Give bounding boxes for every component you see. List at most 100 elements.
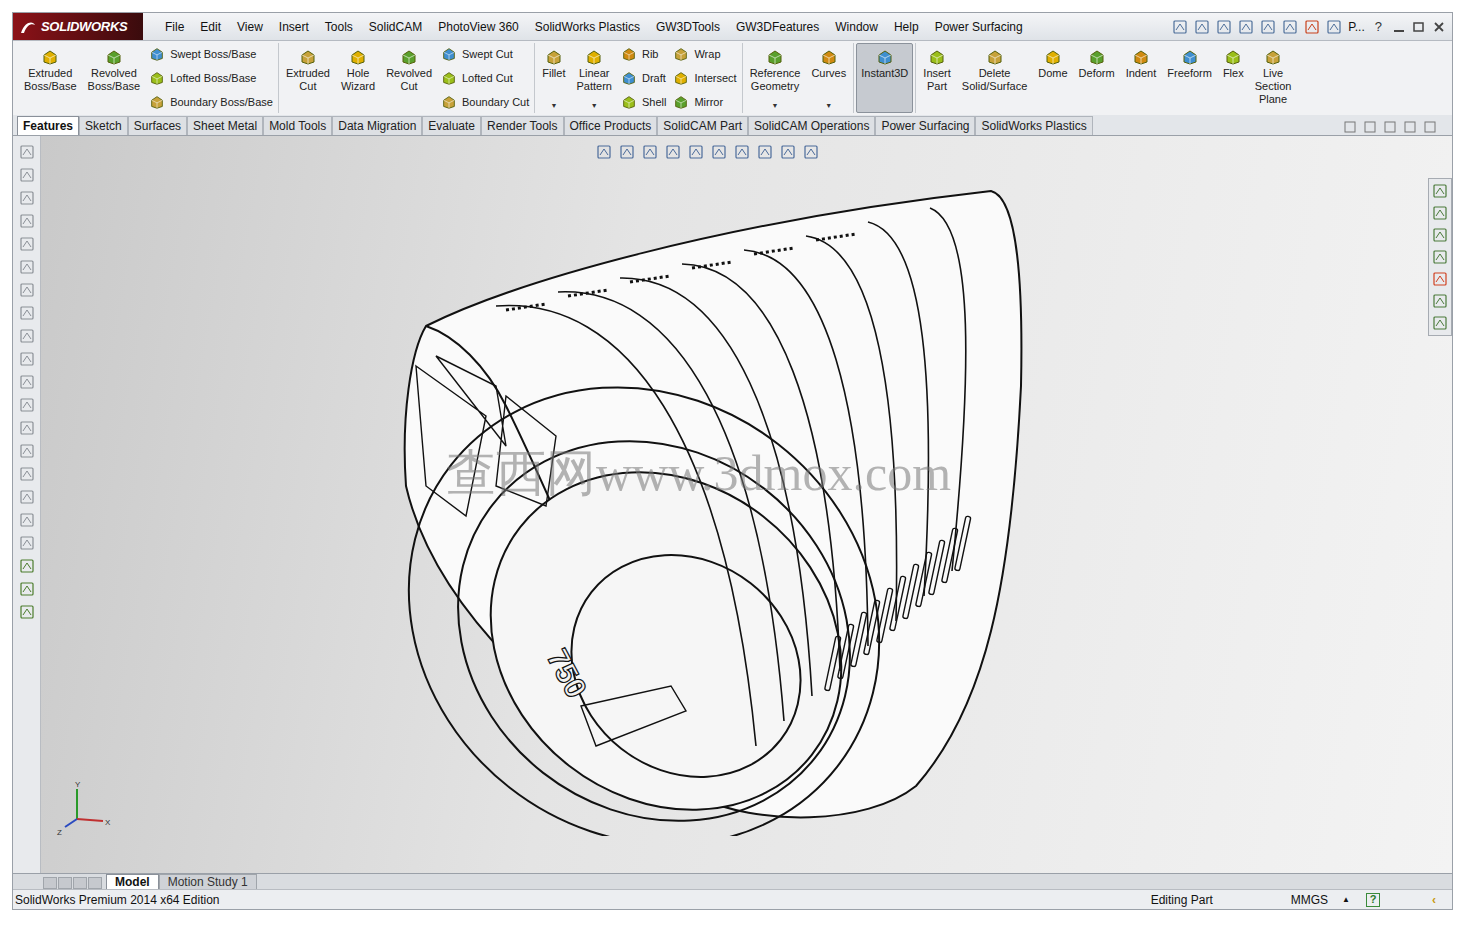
command-stack-item[interactable]: Mirror [673, 94, 736, 110]
solidcam-icon[interactable] [1432, 315, 1448, 331]
dropdown-arrow-icon[interactable]: ▼ [825, 102, 832, 110]
close-doc-icon[interactable] [1424, 121, 1436, 133]
view-palette-icon[interactable] [1432, 249, 1448, 265]
dropdown-arrow-icon[interactable]: ▼ [591, 102, 598, 110]
bottom-tab[interactable]: Motion Study 1 [159, 874, 257, 889]
select-icon[interactable] [1282, 19, 1298, 35]
options-icon[interactable] [1326, 19, 1342, 35]
command-stack-item[interactable]: Swept Cut [441, 46, 529, 62]
sketch-tool-icon[interactable] [19, 144, 35, 160]
menu-item[interactable]: Insert [271, 18, 317, 36]
command-button[interactable]: Revolved Cut [381, 43, 437, 113]
rebuild-icon[interactable] [1304, 19, 1320, 35]
close-icon[interactable] [1432, 20, 1446, 34]
command-button[interactable]: Dome [1033, 43, 1072, 113]
sketch-tool-icon[interactable] [19, 443, 35, 459]
sketch-tool-icon[interactable] [19, 167, 35, 183]
command-tab[interactable]: Sketch [79, 116, 128, 135]
command-stack-item[interactable]: Intersect [673, 70, 736, 86]
command-stack-item[interactable]: Wrap [673, 46, 736, 62]
command-tab[interactable]: Features [17, 116, 79, 135]
command-button[interactable]: Revolved Boss/Base [83, 43, 146, 113]
tile-left-icon[interactable] [1344, 121, 1356, 133]
design-library-icon[interactable] [1432, 205, 1448, 221]
sketch-tool-icon[interactable] [19, 374, 35, 390]
view-settings-icon[interactable] [803, 144, 819, 160]
menu-item[interactable]: GW3DTools [648, 18, 728, 36]
sketch-tool-icon[interactable] [19, 466, 35, 482]
command-stack-item[interactable]: Boundary Cut [441, 94, 529, 110]
scene-icon[interactable] [780, 144, 796, 160]
zoom-fit-icon[interactable] [596, 144, 612, 160]
minimize-doc-icon[interactable] [1384, 121, 1396, 133]
status-collapse[interactable]: ‹ [1432, 891, 1436, 909]
display-style-icon[interactable] [711, 144, 727, 160]
ring-model[interactable]: 750 [396, 186, 1056, 836]
sketch-tool-icon[interactable] [19, 512, 35, 528]
menu-item[interactable]: PhotoView 360 [430, 18, 527, 36]
overflow-menu[interactable]: P... [1348, 18, 1364, 36]
command-stack-item[interactable]: Boundary Boss/Base [149, 94, 273, 110]
sketch-tool-icon[interactable] [19, 558, 35, 574]
command-tab[interactable]: Office Products [564, 116, 658, 135]
command-button[interactable]: Extruded Boss/Base [19, 43, 82, 113]
command-stack-item[interactable]: Lofted Boss/Base [149, 70, 273, 86]
section-view-icon[interactable] [665, 144, 681, 160]
view-orientation-icon[interactable] [688, 144, 704, 160]
command-button[interactable]: Insert Part [918, 43, 956, 113]
command-stack-item[interactable]: Swept Boss/Base [149, 46, 273, 62]
zoom-area-icon[interactable] [619, 144, 635, 160]
sketch-tool-icon[interactable] [19, 535, 35, 551]
command-tab[interactable]: Render Tools [481, 116, 564, 135]
restore-icon[interactable] [1412, 20, 1426, 34]
sketch-tool-icon[interactable] [19, 328, 35, 344]
print-icon[interactable] [1238, 19, 1254, 35]
command-button[interactable]: Delete Solid/Surface [957, 43, 1032, 113]
tab-scroll-icon[interactable] [88, 877, 102, 889]
undo-icon[interactable] [1260, 19, 1276, 35]
command-button[interactable]: Fillet▼ [537, 43, 570, 113]
command-button[interactable]: Instant3D [856, 43, 913, 113]
restore-doc-icon[interactable] [1404, 121, 1416, 133]
command-button[interactable]: Linear Pattern▼ [572, 43, 617, 113]
command-tab[interactable]: Data Migration [332, 116, 422, 135]
menu-item[interactable]: File [157, 18, 192, 36]
command-button[interactable]: Curves▼ [806, 43, 851, 113]
tab-scroll-icon[interactable] [43, 877, 57, 889]
tab-scroll-icon[interactable] [58, 877, 72, 889]
command-button[interactable]: Freeform [1162, 43, 1217, 113]
menu-item[interactable]: GW3DFeatures [728, 18, 827, 36]
sketch-tool-icon[interactable] [19, 581, 35, 597]
command-tab[interactable]: Sheet Metal [187, 116, 263, 135]
command-tab[interactable]: Mold Tools [263, 116, 332, 135]
command-button[interactable]: Flex [1218, 43, 1249, 113]
sketch-tool-icon[interactable] [19, 604, 35, 620]
sketch-tool-icon[interactable] [19, 305, 35, 321]
hide-show-icon[interactable] [734, 144, 750, 160]
tab-scroll-icon[interactable] [73, 877, 87, 889]
status-units[interactable]: MMGS [1291, 891, 1328, 909]
command-button[interactable]: Reference Geometry▼ [745, 43, 806, 113]
tile-right-icon[interactable] [1364, 121, 1376, 133]
command-button[interactable]: Live Section Plane [1250, 43, 1297, 113]
dropdown-arrow-icon[interactable]: ▼ [772, 102, 779, 110]
file-explorer-icon[interactable] [1432, 227, 1448, 243]
units-arrow[interactable]: ▲ [1342, 894, 1350, 906]
sketch-tool-icon[interactable] [19, 489, 35, 505]
menu-item[interactable]: Help [886, 18, 927, 36]
command-stack-item[interactable]: Shell [621, 94, 666, 110]
sketch-tool-icon[interactable] [19, 397, 35, 413]
previous-view-icon[interactable] [642, 144, 658, 160]
appearances-icon[interactable] [1432, 271, 1448, 287]
sketch-tool-icon[interactable] [19, 190, 35, 206]
dropdown-arrow-icon[interactable]: ▼ [550, 102, 557, 110]
help-button[interactable]: ? [1371, 17, 1386, 37]
sketch-tool-icon[interactable] [19, 282, 35, 298]
sketch-tool-icon[interactable] [19, 213, 35, 229]
custom-properties-icon[interactable] [1432, 293, 1448, 309]
command-stack-item[interactable]: Draft [621, 70, 666, 86]
menu-item[interactable]: Power Surfacing [927, 18, 1031, 36]
command-tab[interactable]: SolidCAM Operations [748, 116, 875, 135]
command-button[interactable]: Hole Wizard [336, 43, 380, 113]
command-tab[interactable]: SolidWorks Plastics [975, 116, 1092, 135]
